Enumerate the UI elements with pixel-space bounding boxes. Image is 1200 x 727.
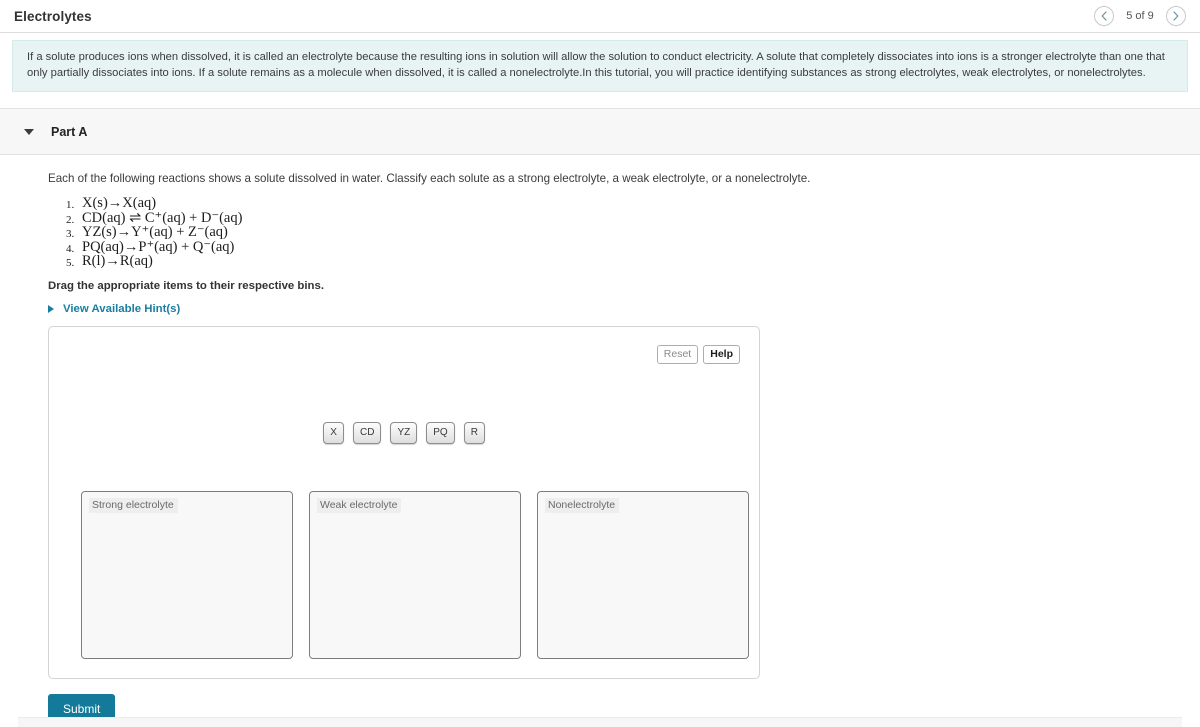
equation-item: CD(aq) ⇌ C⁺(aq) + D⁻(aq)	[66, 209, 243, 226]
equation-list: X(s)→X(aq) CD(aq) ⇌ C⁺(aq) + D⁻(aq) YZ(s…	[48, 195, 1200, 271]
help-button[interactable]: Help	[703, 344, 740, 364]
drop-bins: Strong electrolyte Weak electrolyte None…	[81, 490, 749, 659]
bin-label: Strong electrolyte	[89, 497, 178, 513]
bin-label: Nonelectrolyte	[545, 497, 620, 513]
view-hints-label: View Available Hint(s)	[63, 302, 181, 315]
equation-item: R(l)→R(aq)	[66, 253, 153, 270]
equation-item: PQ(aq)→P⁺(aq) + Q⁻(aq)	[66, 238, 235, 256]
prev-page-button[interactable]	[1094, 6, 1114, 26]
draggable-token[interactable]: YZ	[390, 421, 418, 444]
chevron-left-icon	[1100, 11, 1108, 21]
drag-drop-panel: Reset Help X CD YZ PQ R Strong electroly…	[48, 325, 760, 679]
footer-bar	[18, 717, 1182, 727]
next-page-button[interactable]	[1166, 6, 1186, 26]
intro-section: If a solute produces ions when dissolved…	[0, 33, 1200, 92]
part-a-title: Part A	[51, 124, 88, 139]
drop-bin-strong-electrolyte[interactable]: Strong electrolyte	[81, 490, 293, 659]
app-header: Electrolytes 5 of 9	[0, 0, 1200, 33]
page-indicator: 5 of 9	[1126, 10, 1154, 22]
caret-right-icon	[48, 304, 54, 313]
question-prompt: Each of the following reactions shows a …	[48, 172, 811, 185]
page-title: Electrolytes	[14, 8, 92, 24]
drop-bin-weak-electrolyte[interactable]: Weak electrolyte	[309, 490, 521, 659]
pager: 5 of 9	[1094, 6, 1186, 26]
part-a-body: Each of the following reactions shows a …	[0, 155, 1200, 725]
draggable-token[interactable]: X	[323, 421, 345, 444]
dnd-toolbar: Reset Help	[656, 344, 740, 364]
equation-item: YZ(s)→Y⁺(aq) + Z⁻(aq)	[66, 224, 228, 241]
bin-label: Weak electrolyte	[317, 497, 402, 513]
chevron-right-icon	[1172, 11, 1180, 21]
draggable-token[interactable]: CD	[353, 421, 382, 444]
reset-button[interactable]: Reset	[656, 344, 699, 364]
draggable-token-row: X CD YZ PQ R	[49, 421, 759, 444]
caret-down-icon	[24, 128, 34, 135]
view-hints-link[interactable]: View Available Hint(s)	[48, 303, 180, 315]
drag-instruction: Drag the appropriate items to their resp…	[48, 279, 324, 292]
intro-text: If a solute produces ions when dissolved…	[12, 40, 1188, 92]
draggable-token[interactable]: R	[463, 421, 485, 444]
drop-bin-nonelectrolyte[interactable]: Nonelectrolyte	[537, 490, 749, 659]
part-a-header[interactable]: Part A	[0, 108, 1200, 155]
equation-item: X(s)→X(aq)	[66, 195, 157, 212]
draggable-token[interactable]: PQ	[426, 421, 455, 444]
